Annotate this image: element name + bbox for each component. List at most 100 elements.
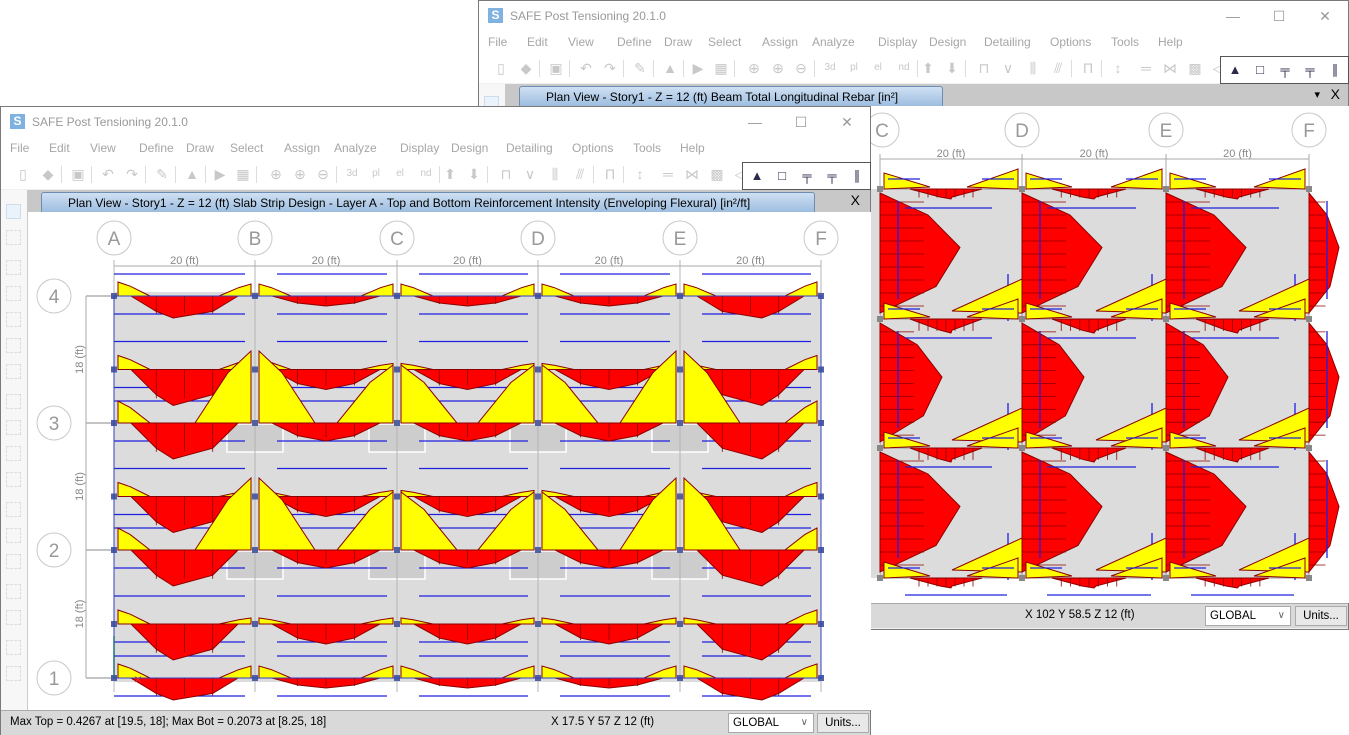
run-design-icon[interactable]: ▦ [712,59,730,77]
draw-point-icon[interactable] [6,554,21,569]
zoom-in-icon[interactable]: ⊕ [291,165,309,183]
bent-display-icon[interactable]: ⋈ [1161,59,1179,77]
open-icon[interactable]: ◆ [517,59,535,77]
view-tab[interactable]: Plan View - Story1 - Z = 12 (ft) Slab St… [41,192,815,212]
3d-view-icon[interactable]: 3d [821,59,839,77]
draw-line-icon[interactable] [6,260,21,275]
menu-assign[interactable]: Assign [762,35,798,49]
plan-view-canvas[interactable]: A B C D E F 20 (ft) 20 (ft) 20 (ft) 20 (ft) 20 (ft… [28,212,871,710]
load-display-icon[interactable]: ↕ [631,165,649,183]
undo-icon[interactable]: ↶ [99,165,117,183]
slab-design-zoom-icon[interactable]: ▲ [1225,60,1245,80]
draw-rect-slab-icon[interactable] [6,420,21,435]
draw-strip-icon[interactable] [6,312,21,327]
zoom-out-icon[interactable]: ⊖ [792,59,810,77]
menu-view[interactable]: View [568,35,594,49]
close-button[interactable]: ✕ [824,107,870,137]
frame-display-icon[interactable]: Π [601,165,619,183]
beam-design-zoom-icon[interactable]: □ [1250,60,1270,80]
menu-display[interactable]: Display [878,35,917,49]
save-icon[interactable]: ▣ [69,165,87,183]
rubber-band-zoom-icon[interactable]: ⊕ [267,165,285,183]
contour-display-icon[interactable]: ▩ [1186,59,1204,77]
undo-icon[interactable]: ↶ [577,59,595,77]
title-bar[interactable]: S SAFE Post Tensioning 20.1.0 — ☐ ✕ [479,1,1348,31]
strip-design-zoom-icon[interactable]: ╤ [822,166,842,186]
edit-icon[interactable]: ✎ [153,165,171,183]
menu-analyze[interactable]: Analyze [812,35,855,49]
menu-detailing[interactable]: Detailing [506,141,553,155]
nd-view-icon[interactable]: nd [417,165,435,183]
new-model-icon[interactable]: ▯ [492,59,510,77]
menu-options[interactable]: Options [572,141,613,155]
minimize-button[interactable]: — [732,107,778,137]
menu-edit[interactable]: Edit [527,35,548,49]
menu-help[interactable]: Help [680,141,705,155]
draw-poly-slab-icon[interactable] [6,394,21,409]
run-analysis-icon[interactable]: ▶ [689,59,707,77]
menu-tools[interactable]: Tools [633,141,661,155]
plan-view-icon[interactable]: pl [845,59,863,77]
tab-close-button[interactable]: X [851,192,860,208]
redo-icon[interactable]: ↷ [123,165,141,183]
edit-icon[interactable]: ✎ [631,59,649,77]
tab-close-button[interactable]: X [1331,86,1340,102]
menu-draw[interactable]: Draw [186,141,214,155]
coordinate-system-select[interactable]: GLOBAL ∨ [1205,606,1291,626]
frame-display-icon[interactable]: Π [1079,59,1097,77]
draw-beam-icon[interactable] [6,286,21,301]
bent-display-icon[interactable]: ⋈ [683,165,701,183]
bar-display-icon[interactable]: ⫼ [1024,59,1042,77]
menu-help[interactable]: Help [1158,35,1183,49]
draw-cross-icon[interactable] [6,364,21,379]
plan-view-icon[interactable]: pl [367,165,385,183]
beam-display-icon[interactable]: ⊓ [975,59,993,77]
coordinate-system-select[interactable]: GLOBAL ∨ [728,713,814,733]
menu-options[interactable]: Options [1050,35,1091,49]
draw-column-box-icon[interactable] [6,528,21,543]
move-up-icon[interactable]: ⬆ [441,165,459,183]
elevation-view-icon[interactable]: el [869,59,887,77]
menu-define[interactable]: Define [139,141,174,155]
menu-tools[interactable]: Tools [1111,35,1139,49]
strip-display-icon[interactable]: ⫻ [571,165,589,183]
punching-shear-zoom-icon[interactable]: ╤ [797,166,817,186]
maximize-button[interactable]: ☐ [778,107,824,137]
reshape-pointer-icon[interactable] [6,230,21,245]
menu-file[interactable]: File [488,35,507,49]
draw-tendon-icon[interactable] [6,584,21,599]
tendon-display-icon[interactable]: ═ [659,165,677,183]
units-button[interactable]: Units... [1295,606,1347,626]
strip-display-icon[interactable]: ⫻ [1049,59,1067,77]
lock-icon[interactable]: ▲ [183,165,201,183]
draw-wave-icon[interactable] [6,610,21,625]
menu-analyze[interactable]: Analyze [334,141,377,155]
menu-design[interactable]: Design [451,141,488,155]
draw-opening-icon[interactable] [6,446,21,461]
beam-design-zoom-icon[interactable]: □ [772,166,792,186]
select-pointer-icon[interactable] [6,204,21,219]
move-up-icon[interactable]: ⬆ [919,59,937,77]
load-display-icon[interactable]: ↕ [1109,59,1127,77]
new-model-icon[interactable]: ▯ [14,165,32,183]
strip-design-zoom-icon[interactable]: ╤ [1300,60,1320,80]
tab-list-dropdown[interactable]: ▾ [1314,88,1320,101]
contour-display-icon[interactable]: ▩ [708,165,726,183]
rubber-band-zoom-icon[interactable]: ⊕ [745,59,763,77]
menu-define[interactable]: Define [617,35,652,49]
run-design-icon[interactable]: ▦ [234,165,252,183]
move-down-icon[interactable]: ⬇ [943,59,961,77]
point-display-icon[interactable]: ∨ [521,165,539,183]
menu-assign[interactable]: Assign [284,141,320,155]
move-down-icon[interactable]: ⬇ [465,165,483,183]
view-tab[interactable]: Plan View - Story1 - Z = 12 (ft) Beam To… [519,86,943,106]
redo-icon[interactable]: ↷ [601,59,619,77]
lock-icon[interactable]: ▲ [661,59,679,77]
beam-display-icon[interactable]: ⊓ [497,165,515,183]
menu-file[interactable]: File [10,141,29,155]
joint-design-zoom-icon[interactable]: ∥ [847,166,867,186]
menu-select[interactable]: Select [230,141,263,155]
menu-draw[interactable]: Draw [664,35,692,49]
menu-edit[interactable]: Edit [49,141,70,155]
point-display-icon[interactable]: ∨ [999,59,1017,77]
